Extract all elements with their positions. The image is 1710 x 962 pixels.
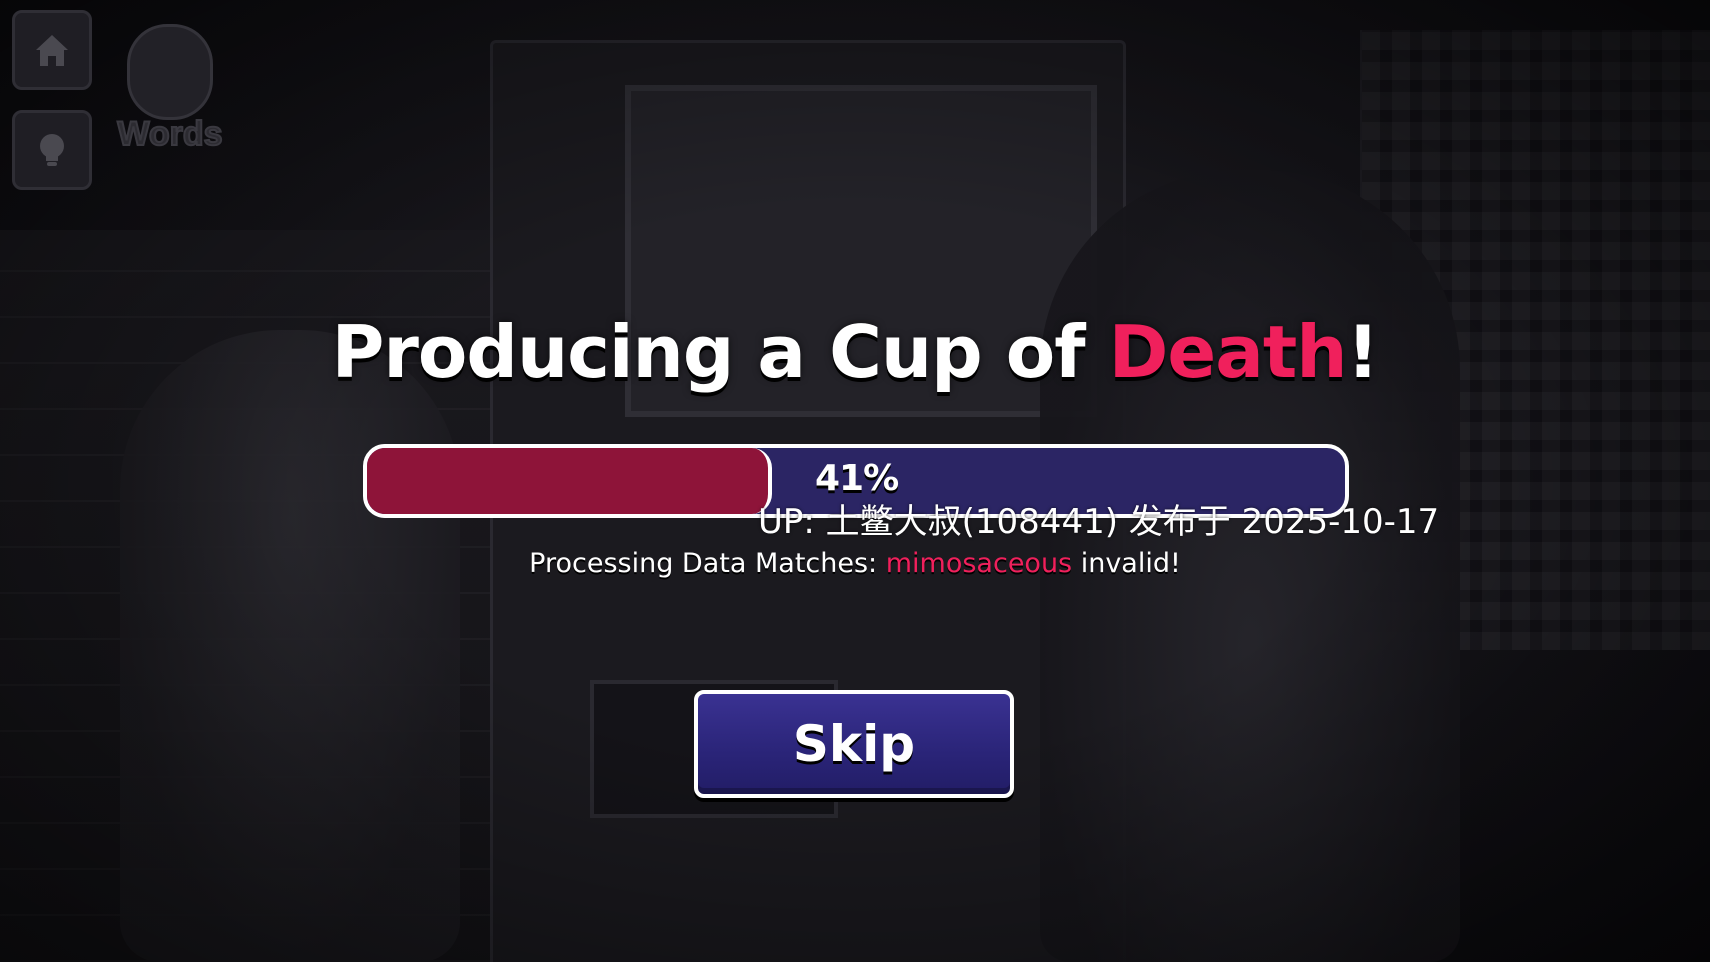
lightbulb-icon bbox=[40, 134, 64, 166]
title-suffix: ! bbox=[1346, 310, 1380, 394]
skip-button[interactable]: Skip bbox=[694, 690, 1014, 798]
status-suffix: invalid! bbox=[1072, 548, 1181, 579]
title-prefix: Producing a Cup of bbox=[331, 310, 1109, 394]
status-message: Processing Data Matches: mimosaceous inv… bbox=[0, 548, 1710, 579]
loading-title: Producing a Cup of Death! bbox=[0, 310, 1710, 394]
home-icon bbox=[36, 35, 68, 66]
game-logo: Words bbox=[105, 20, 235, 160]
progress-percent: 41% bbox=[815, 458, 899, 499]
logo-mascot bbox=[127, 24, 213, 120]
logo-text: Words bbox=[116, 114, 223, 154]
loading-screen: Words Producing a Cup of Death! 41% UP: … bbox=[0, 0, 1710, 962]
skip-button-label: Skip bbox=[792, 715, 916, 773]
title-highlight: Death bbox=[1108, 310, 1348, 394]
uploader-watermark: UP: 土鳖大叔(108441) 发布于 2025-10-17 bbox=[758, 502, 1440, 542]
status-word: mimosaceous bbox=[885, 548, 1073, 579]
progress-fill bbox=[367, 448, 772, 514]
home-button[interactable] bbox=[12, 10, 92, 90]
hint-button[interactable] bbox=[12, 110, 92, 190]
status-prefix: Processing Data Matches: bbox=[529, 548, 886, 579]
